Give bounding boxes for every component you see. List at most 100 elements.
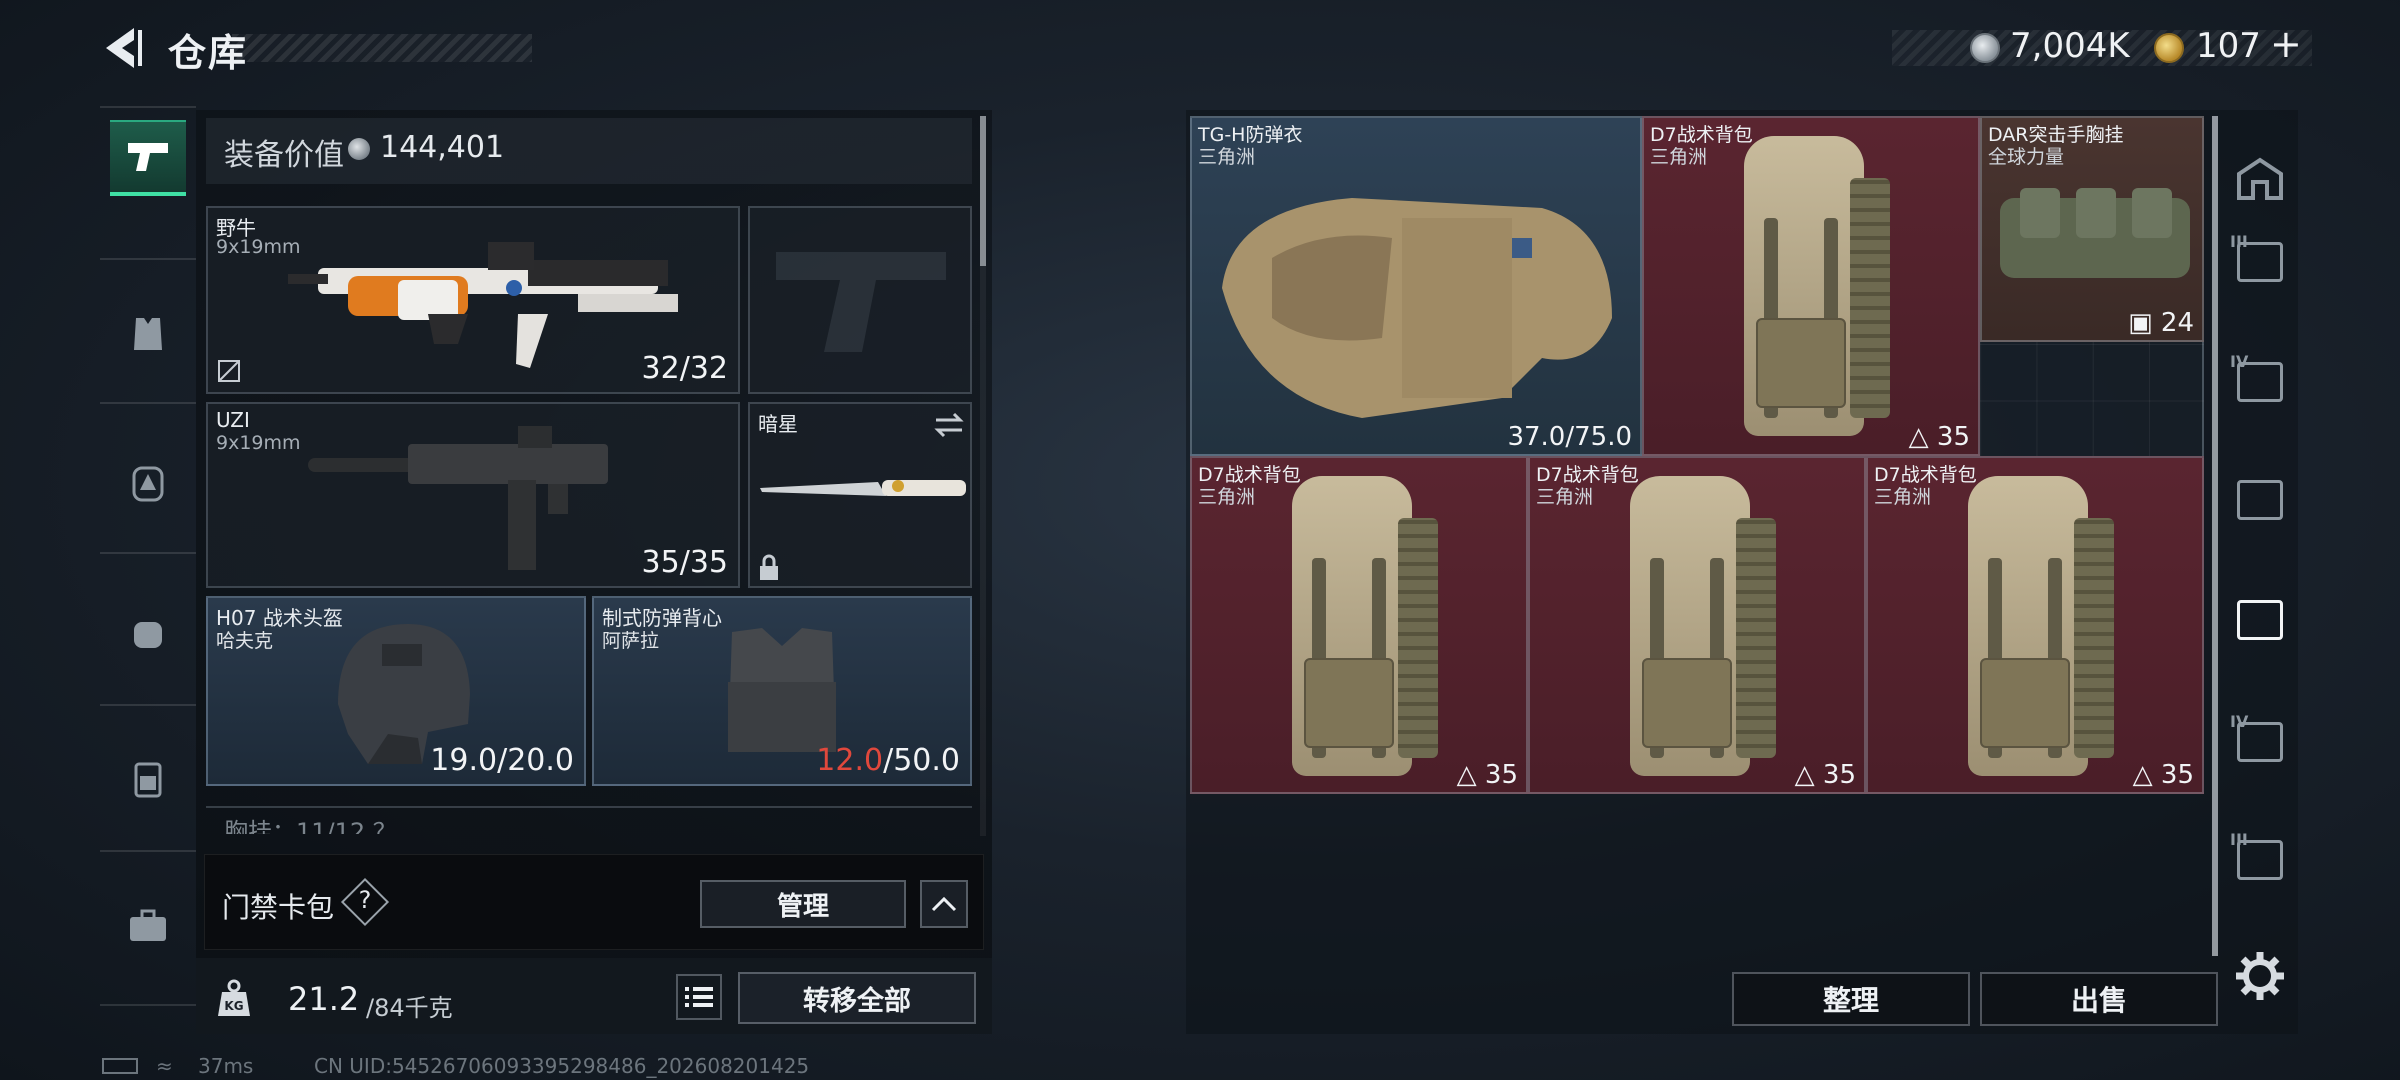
storage-scroll-thumb[interactable] xyxy=(2212,116,2218,956)
ping-readout: 37ms xyxy=(198,1054,254,1078)
sell-button[interactable]: 出售 xyxy=(1980,972,2218,1026)
page-title: 仓库 xyxy=(168,31,249,75)
lock-icon xyxy=(760,554,778,580)
rail-divider xyxy=(100,106,196,108)
rail-divider xyxy=(100,704,196,706)
armor-faction: 阿萨拉 xyxy=(602,630,660,652)
storage-item[interactable]: D7战术背包 三角洲 △ 35 xyxy=(1866,456,2204,794)
rail-item-backpack[interactable] xyxy=(110,444,186,520)
storage-box-icon xyxy=(2237,600,2283,640)
sort-button[interactable]: 整理 xyxy=(1732,972,1970,1026)
add-gold-button[interactable]: + xyxy=(2270,22,2302,66)
storage-box-icon xyxy=(2237,722,2283,762)
storage-box-icon xyxy=(2237,840,2283,880)
body-armor-slot[interactable]: 制式防弹背心 阿萨拉 12.0/50.0 xyxy=(592,596,972,786)
list-view-button[interactable] xyxy=(676,974,722,1020)
storage-item[interactable]: TG-H防弹衣 三角洲 37.0/75.0 xyxy=(1190,116,1642,456)
chest-rig-item-icon xyxy=(2000,188,2190,278)
primary-weapon-slot[interactable]: 野牛 9x19mm 32/32 xyxy=(206,206,740,394)
backpack-art xyxy=(1980,658,2070,748)
vest-icon xyxy=(134,318,162,350)
svg-text:KG: KG xyxy=(224,999,243,1013)
chest-rig-row[interactable]: 胸挂：11/12 ？ xyxy=(206,806,972,834)
transfer-all-button[interactable]: 转移全部 xyxy=(738,972,976,1024)
uzi-smg-icon xyxy=(308,426,608,570)
back-arrow-icon xyxy=(106,28,142,68)
rail-item-armor[interactable] xyxy=(110,296,186,372)
rail-item-chest-rig[interactable] xyxy=(110,742,186,818)
storage-tab-6[interactable] xyxy=(2230,830,2290,890)
weight-kg-icon: KG xyxy=(218,979,250,1016)
capacity-icon: ▣ xyxy=(2128,308,2153,338)
rail-item-pouch[interactable] xyxy=(110,594,186,670)
swap-icon[interactable] xyxy=(934,412,964,438)
silver-coin-icon xyxy=(348,138,370,160)
capacity-icon: △ xyxy=(1456,760,1477,790)
keycard-label: 门禁卡包 xyxy=(222,891,335,924)
capacity-icon: △ xyxy=(1908,422,1929,452)
armor-durability: 12.0/50.0 xyxy=(816,743,960,778)
melee-slot[interactable]: 暗星 xyxy=(748,402,972,588)
battery-icon xyxy=(102,1058,138,1074)
storage-item[interactable]: DAR突击手胸挂 全球力量 ▣ 24 xyxy=(1980,116,2204,342)
secondary-weapon-slot[interactable]: UZI 9x19mm 35/35 xyxy=(206,402,740,588)
help-icon[interactable]: ? xyxy=(356,886,374,914)
gold-coin-icon xyxy=(2154,33,2184,63)
backpack-art xyxy=(1398,518,1438,758)
item-capacity: △ 35 xyxy=(1794,760,1856,790)
silver-coin-icon xyxy=(1970,33,2000,63)
melee-name: 暗星 xyxy=(758,412,798,436)
item-capacity: ▣ 24 xyxy=(2128,308,2194,338)
item-faction: 三角洲 xyxy=(1536,486,1594,508)
storage-tab-5[interactable] xyxy=(2230,712,2290,772)
manage-button[interactable]: 管理 xyxy=(700,880,906,928)
storage-item[interactable]: D7战术背包 三角洲 △ 35 xyxy=(1528,456,1866,794)
item-faction: 三角洲 xyxy=(1874,486,1932,508)
title-decoration xyxy=(232,34,532,62)
silver-balance: 7,004K xyxy=(2010,26,2130,66)
no-mod-icon xyxy=(218,360,240,382)
rail-item-weapons[interactable] xyxy=(110,120,186,196)
rail-item-case[interactable] xyxy=(110,888,186,964)
storage-tab-1[interactable] xyxy=(2230,232,2290,292)
settings-button[interactable] xyxy=(2234,950,2286,1002)
pistol-slot[interactable] xyxy=(748,206,972,394)
item-faction: 三角洲 xyxy=(1650,146,1708,168)
rail-divider xyxy=(100,850,196,852)
chevron-up-icon xyxy=(931,896,957,912)
capacity-icon: △ xyxy=(1794,760,1815,790)
storage-box-icon xyxy=(2237,480,2283,520)
uid-readout: CN UID:5452670609339529848​6_20260820142… xyxy=(314,1054,810,1078)
storage-tab-4[interactable] xyxy=(2230,590,2290,650)
capacity-icon: △ xyxy=(2132,760,2153,790)
briefcase-icon xyxy=(130,909,166,941)
chest-rig-icon xyxy=(134,762,162,798)
backpack-art xyxy=(1736,518,1776,758)
helmet-slot[interactable]: H07 战术头盔 哈夫克 19.0/20.0 xyxy=(206,596,586,786)
home-vault-icon xyxy=(2237,157,2283,200)
storage-tab-home[interactable] xyxy=(2230,148,2290,208)
weight-current: 21.2 xyxy=(288,980,360,1018)
loadout-scroll-thumb[interactable] xyxy=(980,116,986,266)
backpack-art xyxy=(1304,658,1394,748)
storage-tab-2[interactable] xyxy=(2230,352,2290,412)
back-button[interactable] xyxy=(100,24,148,72)
list-icon xyxy=(685,987,713,1007)
equipment-value: 144,401 xyxy=(380,130,505,165)
storage-tab-3[interactable] xyxy=(2230,470,2290,530)
weapon-caliber: 9x19mm xyxy=(216,432,301,454)
item-capacity: △ 35 xyxy=(1456,760,1518,790)
tactical-vest-icon xyxy=(1222,198,1612,418)
storage-item[interactable]: D7战术背包 三角洲 △ 35 xyxy=(1642,116,1980,456)
weapon-ammo: 35/35 xyxy=(641,545,728,580)
item-faction: 三角洲 xyxy=(1198,486,1256,508)
knife-icon xyxy=(760,480,966,496)
rail-divider xyxy=(100,552,196,554)
item-capacity: △ 35 xyxy=(2132,760,2194,790)
storage-item[interactable]: D7战术背包 三角洲 △ 35 xyxy=(1190,456,1528,794)
storage-box-icon xyxy=(2237,242,2283,282)
rail-divider xyxy=(100,1004,196,1006)
equipment-value-label: 装备价值 xyxy=(224,138,344,173)
pouch-icon xyxy=(134,622,162,648)
collapse-button[interactable] xyxy=(920,880,968,928)
